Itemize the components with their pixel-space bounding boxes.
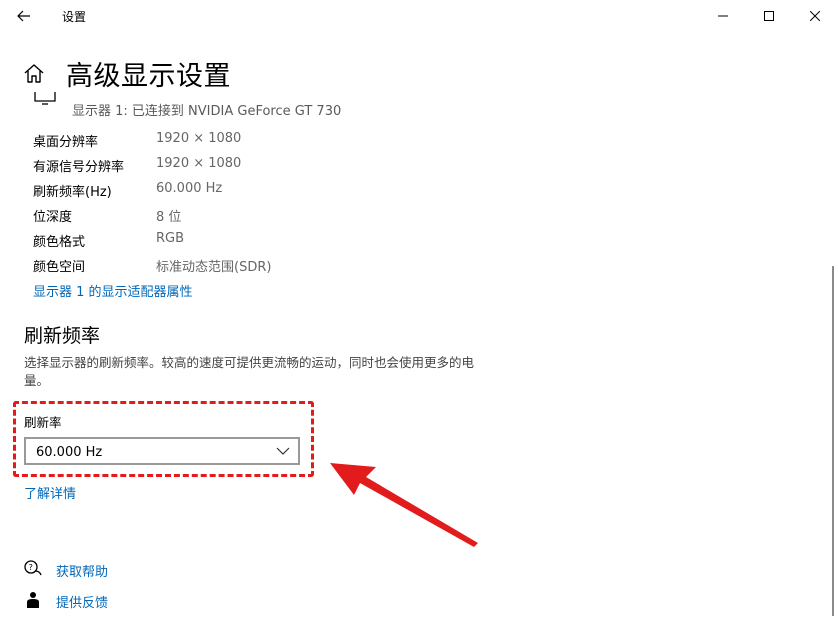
refresh-section-title: 刷新频率: [24, 325, 101, 347]
give-feedback-label: 提供反馈: [56, 596, 109, 611]
title-bar: 设置: [0, 0, 838, 32]
svg-text:?: ?: [29, 563, 33, 572]
info-label: 颜色格式: [33, 235, 86, 250]
monitor-icon: [34, 92, 56, 105]
info-label: 刷新频率(Hz): [33, 185, 112, 200]
close-icon: [810, 11, 820, 21]
home-button[interactable]: [22, 62, 46, 86]
maximize-button[interactable]: [746, 0, 792, 32]
help-icon: ?: [24, 560, 42, 576]
vertical-scrollbar[interactable]: [832, 266, 834, 616]
info-label: 桌面分辨率: [33, 135, 99, 150]
info-value: 60.000 Hz: [156, 181, 223, 196]
display-adapter-properties-link[interactable]: 显示器 1 的显示适配器属性: [33, 281, 193, 300]
annotation-dashed-highlight: [13, 401, 314, 477]
refresh-section-description: 选择显示器的刷新频率。较高的速度可提供更流畅的运动，同时也会使用更多的电量。: [24, 355, 475, 388]
close-button[interactable]: [792, 0, 838, 32]
info-value: 8 位: [156, 210, 182, 225]
learn-more-link[interactable]: 了解详情: [24, 483, 76, 502]
minimize-button[interactable]: [700, 0, 746, 32]
info-value: 1920 × 1080: [156, 156, 242, 171]
annotation-arrow: [330, 463, 478, 547]
back-button[interactable]: [10, 4, 38, 28]
page-title: 高级显示设置: [66, 61, 231, 92]
info-label: 有源信号分辨率: [33, 160, 125, 175]
feedback-icon: [27, 592, 39, 608]
get-help-label: 获取帮助: [56, 565, 109, 580]
info-value: 标准动态范围(SDR): [156, 260, 272, 275]
info-label: 位深度: [33, 210, 73, 225]
back-arrow-icon: [17, 10, 30, 22]
window-title: 设置: [62, 10, 87, 24]
home-icon: [24, 64, 44, 83]
monitor-connection-text: 显示器 1: 已连接到 NVIDIA GeForce GT 730: [72, 104, 342, 119]
minimize-icon: [718, 15, 728, 17]
info-label: 颜色空间: [33, 260, 86, 275]
info-value: RGB: [156, 231, 185, 246]
info-value: 1920 × 1080: [156, 131, 242, 146]
maximize-icon: [764, 11, 774, 21]
